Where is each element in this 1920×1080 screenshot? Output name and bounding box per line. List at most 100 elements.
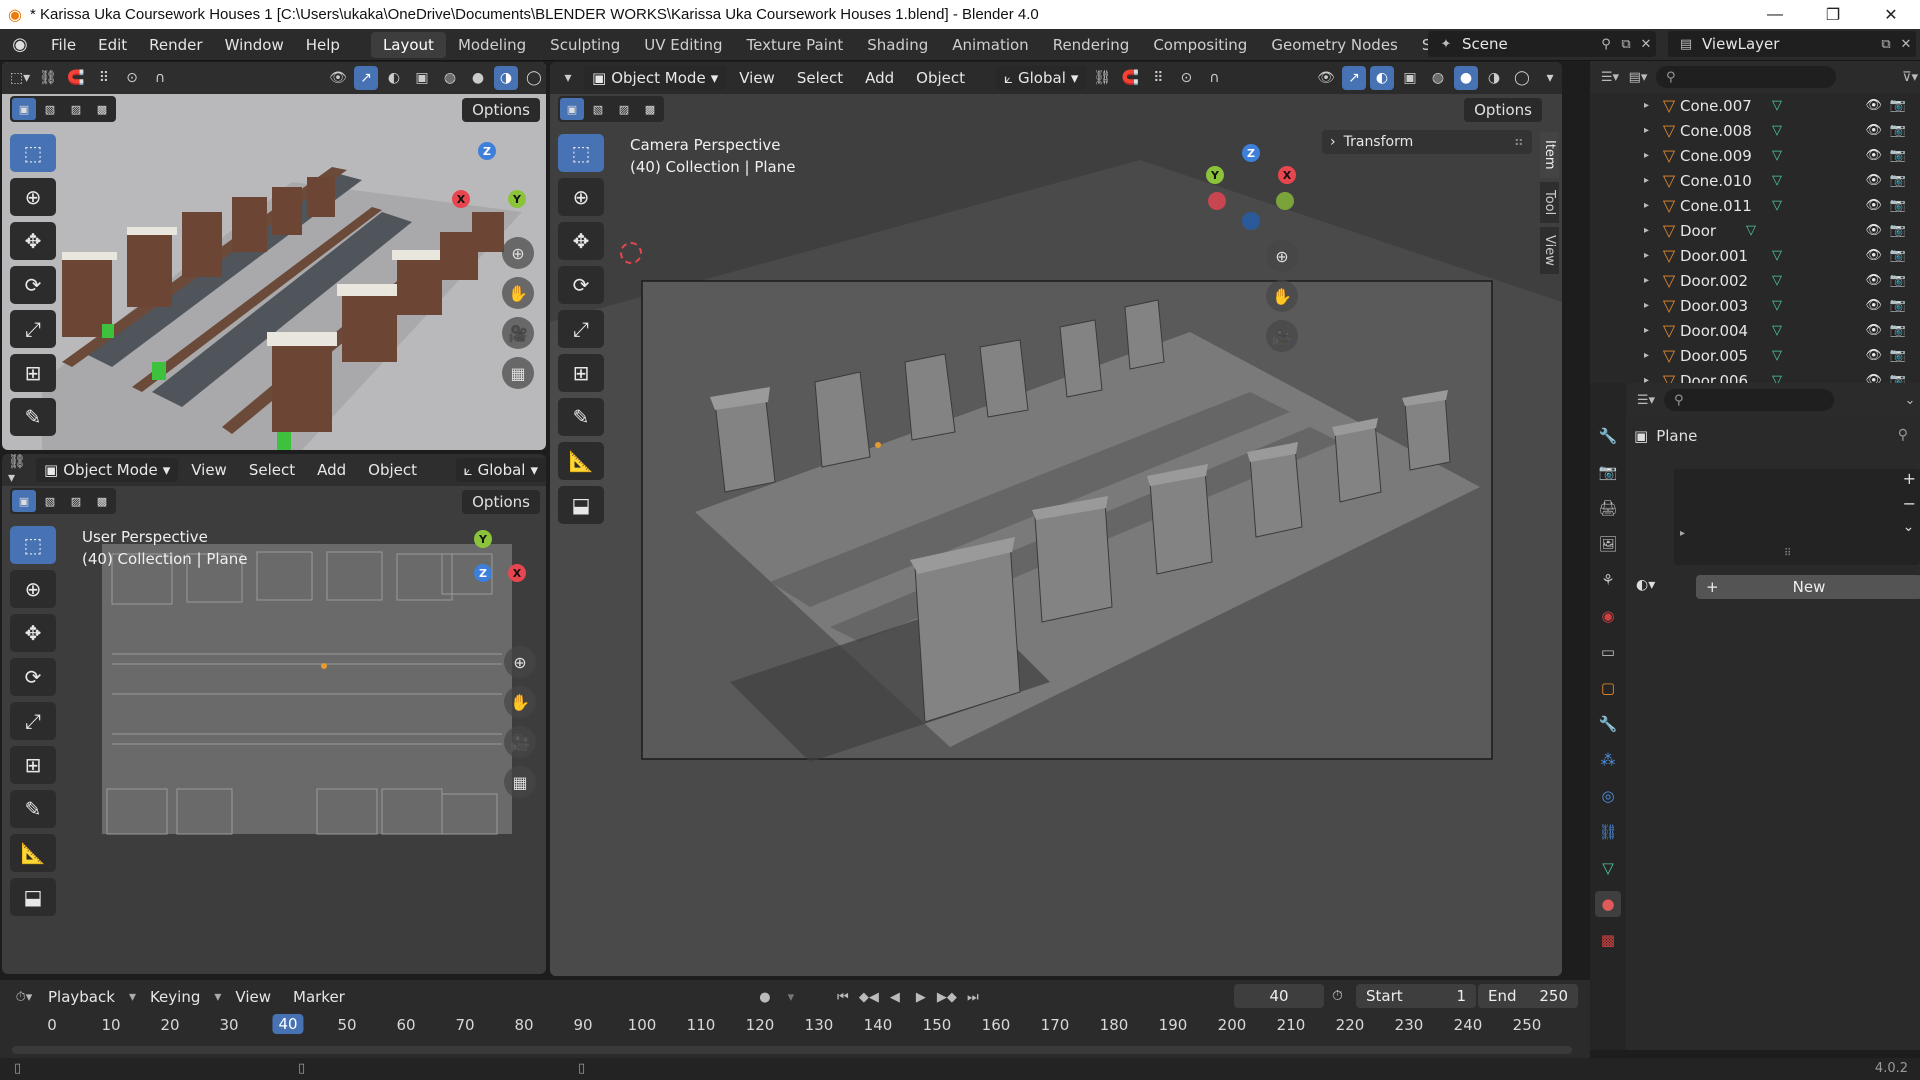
gizmo-z-axis[interactable]: Z bbox=[1242, 144, 1260, 162]
cursor-tool-icon[interactable]: ⊕ bbox=[558, 178, 604, 216]
viewport-bottom-left[interactable]: ⛓▾ ▣ Object Mode ▾ View Select Add Object… bbox=[2, 454, 546, 974]
scale-tool-icon[interactable]: ⤢ bbox=[10, 702, 56, 740]
new-scene-icon[interactable]: ⧉ bbox=[1616, 37, 1636, 52]
cursor-tool-icon[interactable]: ⊕ bbox=[10, 570, 56, 608]
transform-panel-header[interactable]: › Transform ⠶ bbox=[1322, 130, 1532, 154]
start-frame-field[interactable]: Start 1 bbox=[1356, 984, 1476, 1008]
expand-arrow-icon[interactable]: ▸ bbox=[1644, 100, 1658, 111]
render-camera-icon[interactable]: 📷 bbox=[1890, 298, 1906, 313]
select-box-tool-icon[interactable]: ⬚ bbox=[10, 134, 56, 172]
properties-search-input[interactable]: ⚲ bbox=[1664, 389, 1834, 411]
visibility-eye-icon[interactable]: 👁 bbox=[1865, 173, 1882, 188]
menu-edit[interactable]: Edit bbox=[87, 36, 138, 54]
scale-tool-icon[interactable]: ⤢ bbox=[558, 310, 604, 348]
scene-tab-icon[interactable]: ⚘ bbox=[1595, 567, 1621, 593]
gizmo-neg-x-axis[interactable] bbox=[1208, 192, 1226, 210]
axis-gizmo-main[interactable]: Z Y X bbox=[1206, 144, 1296, 234]
outliner-row[interactable]: ▸ ▽ Door.005 ▽ 👁 📷 bbox=[1590, 343, 1920, 368]
rotate-tool-icon[interactable]: ⟳ bbox=[10, 266, 56, 304]
add-slot-icon[interactable]: + bbox=[1903, 469, 1916, 488]
menu-keying[interactable]: Keying bbox=[142, 988, 208, 1006]
transform-tool-icon[interactable]: ⊞ bbox=[558, 354, 604, 392]
pin-icon[interactable]: ⚲ bbox=[1898, 427, 1908, 443]
pin-icon[interactable]: ⚲ bbox=[1596, 37, 1616, 52]
gizmo-x-axis[interactable]: X bbox=[1278, 166, 1296, 184]
new-view-layer-icon[interactable]: ⧉ bbox=[1876, 37, 1896, 52]
menu-file[interactable]: File bbox=[40, 36, 87, 54]
tab-geometry-nodes[interactable]: Geometry Nodes bbox=[1259, 32, 1410, 58]
select-box-tool-icon[interactable]: ⬚ bbox=[558, 134, 604, 172]
slot-menu-icon[interactable]: ⌄ bbox=[1903, 519, 1916, 535]
gizmo-neg-y-axis[interactable] bbox=[1276, 192, 1294, 210]
tab-modeling[interactable]: Modeling bbox=[446, 32, 538, 58]
menu-help[interactable]: Help bbox=[295, 36, 351, 54]
jump-start-icon[interactable]: ⏮ bbox=[833, 990, 853, 1005]
play-reverse-icon[interactable]: ◀ bbox=[885, 990, 905, 1005]
data-tab-icon[interactable]: ▽ bbox=[1595, 855, 1621, 881]
camera-view-icon[interactable]: 🎥 bbox=[502, 317, 534, 349]
add-cube-tool-icon[interactable]: ⬓ bbox=[10, 878, 56, 916]
current-frame-field[interactable]: 40 bbox=[1234, 984, 1324, 1008]
jump-end-icon[interactable]: ⏭ bbox=[963, 990, 983, 1005]
outliner-row[interactable]: ▸ ▽ Cone.011 ▽ 👁 📷 bbox=[1590, 193, 1920, 218]
visibility-eye-icon[interactable]: 👁 bbox=[1865, 323, 1882, 338]
outliner-row[interactable]: ▸ ▽ Cone.009 ▽ 👁 📷 bbox=[1590, 143, 1920, 168]
ortho-grid-icon[interactable]: ▦ bbox=[502, 357, 534, 389]
restore-button[interactable]: ❐ bbox=[1804, 0, 1862, 29]
pan-hand-icon[interactable]: ✋ bbox=[504, 686, 536, 718]
render-camera-icon[interactable]: 📷 bbox=[1890, 98, 1906, 113]
texture-tab-icon[interactable]: ▩ bbox=[1595, 927, 1621, 953]
render-camera-icon[interactable]: 📷 bbox=[1890, 273, 1906, 288]
frame-ruler[interactable]: 0 10 20 30 40 50 60 70 80 90 100 110 120… bbox=[0, 1014, 1580, 1042]
editor-type-icon[interactable]: ☰▾ bbox=[1636, 393, 1656, 408]
render-camera-icon[interactable]: 📷 bbox=[1890, 223, 1906, 238]
camera-view-icon[interactable]: 🎥 bbox=[1266, 320, 1298, 352]
expand-arrow-icon[interactable]: ▸ bbox=[1644, 300, 1658, 311]
gizmo-y-axis[interactable]: Y bbox=[1206, 166, 1224, 184]
pan-hand-icon[interactable]: ✋ bbox=[502, 277, 534, 309]
move-tool-icon[interactable]: ✥ bbox=[558, 222, 604, 260]
delete-view-layer-icon[interactable]: ✕ bbox=[1896, 37, 1916, 52]
annotate-tool-icon[interactable]: ✎ bbox=[10, 398, 56, 436]
visibility-eye-icon[interactable]: 👁 bbox=[1865, 198, 1882, 213]
zoom-icon[interactable]: ⊕ bbox=[1266, 240, 1298, 272]
select-box-tool-icon[interactable]: ⬚ bbox=[10, 526, 56, 564]
tab-tool[interactable]: Tool bbox=[1540, 181, 1559, 223]
tab-layout[interactable]: Layout bbox=[370, 31, 446, 58]
tool-tab-icon[interactable]: 🔧 bbox=[1595, 423, 1621, 449]
prev-keyframe-icon[interactable]: ◆◀ bbox=[859, 990, 879, 1005]
tab-rendering[interactable]: Rendering bbox=[1041, 32, 1142, 58]
keying-set-icon[interactable]: ▾ bbox=[781, 990, 801, 1005]
resize-handle-icon[interactable]: ⠿ bbox=[1784, 548, 1791, 559]
render-camera-icon[interactable]: 📷 bbox=[1890, 248, 1906, 263]
menu-playback[interactable]: Playback bbox=[40, 988, 123, 1006]
scene-selector[interactable]: ✦ Scene ⚲ ⧉ ✕ bbox=[1428, 31, 1656, 57]
expand-arrow-icon[interactable]: ▸ bbox=[1644, 225, 1658, 236]
constraints-tab-icon[interactable]: ⛓ bbox=[1595, 819, 1621, 845]
pan-hand-icon[interactable]: ✋ bbox=[1266, 280, 1298, 312]
visibility-eye-icon[interactable]: 👁 bbox=[1865, 348, 1882, 363]
filter-icon[interactable]: ⊽▾ bbox=[1900, 70, 1920, 85]
3d-cursor-icon[interactable] bbox=[620, 242, 642, 264]
play-icon[interactable]: ▶ bbox=[911, 990, 931, 1005]
tab-item[interactable]: Item bbox=[1540, 132, 1559, 178]
tab-compositing[interactable]: Compositing bbox=[1141, 32, 1259, 58]
material-slot-list[interactable]: ▸ ⠿ bbox=[1674, 469, 1920, 565]
expand-arrow-icon[interactable]: ▸ bbox=[1644, 175, 1658, 186]
visibility-eye-icon[interactable]: 👁 bbox=[1865, 273, 1882, 288]
rotate-tool-icon[interactable]: ⟳ bbox=[558, 266, 604, 304]
material-tab-icon[interactable]: ● bbox=[1595, 891, 1621, 917]
new-material-button[interactable]: + New bbox=[1696, 575, 1920, 599]
minimize-button[interactable]: — bbox=[1746, 0, 1804, 29]
end-frame-field[interactable]: End 250 bbox=[1478, 984, 1578, 1008]
tab-animation[interactable]: Animation bbox=[940, 32, 1040, 58]
drag-handle-icon[interactable]: ⠶ bbox=[1514, 134, 1524, 150]
outliner-row[interactable]: ▸ ▽ Door.002 ▽ 👁 📷 bbox=[1590, 268, 1920, 293]
render-tab-icon[interactable]: 📷 bbox=[1595, 459, 1621, 485]
render-camera-icon[interactable]: 📷 bbox=[1890, 323, 1906, 338]
axis-gizmo-bottom-left[interactable]: Y Z X bbox=[438, 530, 528, 620]
expand-arrow-icon[interactable]: ▸ bbox=[1644, 325, 1658, 336]
expand-arrow-icon[interactable]: ▸ bbox=[1644, 150, 1658, 161]
measure-tool-icon[interactable]: 📐 bbox=[558, 442, 604, 480]
tab-shading[interactable]: Shading bbox=[855, 32, 940, 58]
